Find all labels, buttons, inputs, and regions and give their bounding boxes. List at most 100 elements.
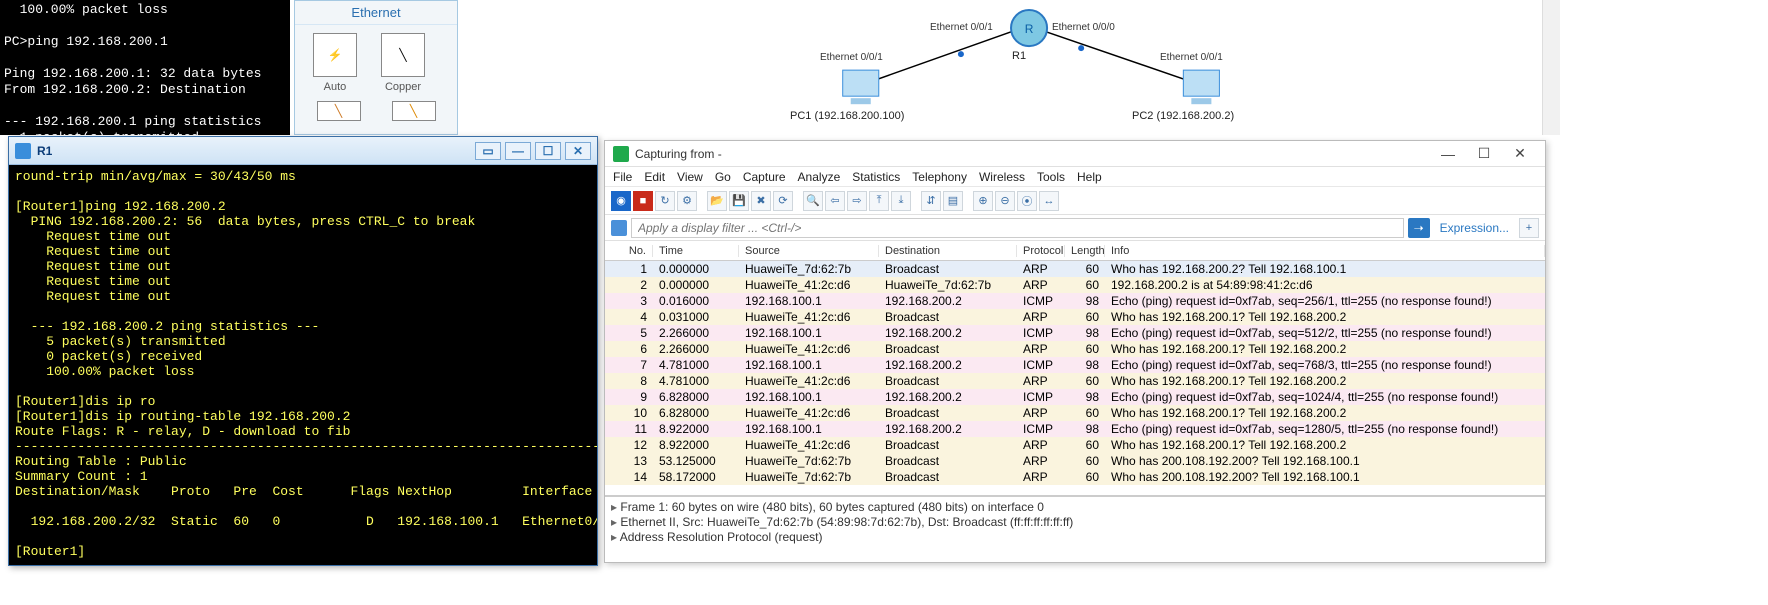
go-forward-icon[interactable]: ⇨ bbox=[847, 191, 867, 211]
zoom-out-icon[interactable]: ⊖ bbox=[995, 191, 1015, 211]
pc2-label: PC2 (192.168.200.2) bbox=[1132, 110, 1234, 122]
menu-help[interactable]: Help bbox=[1077, 170, 1102, 184]
ws-toolbar: ◉ ■ ↻ ⚙ 📂 💾 ✖ ⟳ 🔍 ⇦ ⇨ ⤒ ⤓ ⇵ ▤ ⊕ ⊖ ⦿ ↔ bbox=[605, 187, 1545, 215]
pc1-label: PC1 (192.168.200.100) bbox=[790, 110, 904, 122]
packet-row[interactable]: 20.000000HuaweiTe_41:2c:d6HuaweiTe_7d:62… bbox=[605, 277, 1545, 293]
wireshark-window: Capturing from - — ☐ ✕ File Edit View Go Cap… bbox=[604, 140, 1546, 563]
r1-titlebar[interactable]: R1 ▭ — ☐ ✕ bbox=[9, 137, 597, 165]
menu-edit[interactable]: Edit bbox=[644, 170, 665, 184]
capture-start-icon[interactable]: ◉ bbox=[611, 191, 631, 211]
packet-row[interactable]: 128.922000HuaweiTe_41:2c:d6BroadcastARP6… bbox=[605, 437, 1545, 453]
topology-canvas[interactable]: R R1 PC1 (192.168.200.100) PC2 (192.168.… bbox=[460, 0, 1542, 135]
reload-icon[interactable]: ⟳ bbox=[773, 191, 793, 211]
col-proto[interactable]: Protocol bbox=[1017, 245, 1065, 257]
port-r1-left: Ethernet 0/0/1 bbox=[930, 22, 993, 33]
col-info[interactable]: Info bbox=[1105, 245, 1545, 257]
colorize-icon[interactable]: ▤ bbox=[943, 191, 963, 211]
menu-telephony[interactable]: Telephony bbox=[912, 170, 967, 184]
palette-item-copper[interactable]: ╲ Copper bbox=[373, 33, 433, 93]
packet-row[interactable]: 52.266000192.168.100.1192.168.200.2ICMP9… bbox=[605, 325, 1545, 341]
palette-extra-1[interactable]: ╲ bbox=[317, 101, 361, 121]
ws-minimize-button[interactable]: — bbox=[1431, 144, 1465, 164]
topology-scrollbar[interactable] bbox=[1542, 0, 1560, 135]
col-no[interactable]: No. bbox=[605, 245, 653, 257]
menu-statistics[interactable]: Statistics bbox=[852, 170, 900, 184]
packet-rows[interactable]: 10.000000HuaweiTe_7d:62:7bBroadcastARP60… bbox=[605, 261, 1545, 495]
palette-title: Ethernet bbox=[295, 1, 457, 25]
packet-row[interactable]: 1353.125000HuaweiTe_7d:62:7bBroadcastARP… bbox=[605, 453, 1545, 469]
auto-scroll-icon[interactable]: ⇵ bbox=[921, 191, 941, 211]
port-pc2: Ethernet 0/0/1 bbox=[1160, 52, 1223, 63]
col-length[interactable]: Length bbox=[1065, 245, 1105, 257]
page-gutter bbox=[1560, 0, 1768, 605]
router-label: R1 bbox=[1012, 50, 1026, 62]
packet-row[interactable]: 10.000000HuaweiTe_7d:62:7bBroadcastARP60… bbox=[605, 261, 1545, 277]
copper-icon: ╲ bbox=[381, 33, 425, 77]
file-save-icon[interactable]: 💾 bbox=[729, 191, 749, 211]
maximize-button[interactable]: ☐ bbox=[535, 142, 561, 160]
menu-go[interactable]: Go bbox=[715, 170, 731, 184]
col-time[interactable]: Time bbox=[653, 245, 739, 257]
minimize-button[interactable]: — bbox=[505, 142, 531, 160]
go-jump-icon[interactable]: ⤒ bbox=[869, 191, 889, 211]
pc-terminal[interactable]: 100.00% packet loss PC>ping 192.168.200.… bbox=[0, 0, 290, 135]
menu-view[interactable]: View bbox=[677, 170, 703, 184]
filter-apply-icon[interactable]: ➝ bbox=[1408, 218, 1430, 238]
ws-titlebar[interactable]: Capturing from - — ☐ ✕ bbox=[605, 141, 1545, 167]
packet-row[interactable]: 74.781000192.168.100.1192.168.200.2ICMP9… bbox=[605, 357, 1545, 373]
detail-node[interactable]: Address Resolution Protocol (request) bbox=[611, 530, 1539, 545]
packet-columns[interactable]: No. Time Source Destination Protocol Len… bbox=[605, 241, 1545, 261]
capture-restart-icon[interactable]: ↻ bbox=[655, 191, 675, 211]
filter-bookmark-icon[interactable] bbox=[611, 220, 627, 236]
packet-list: No. Time Source Destination Protocol Len… bbox=[605, 241, 1545, 496]
go-back-icon[interactable]: ⇦ bbox=[825, 191, 845, 211]
packet-row[interactable]: 118.922000192.168.100.1192.168.200.2ICMP… bbox=[605, 421, 1545, 437]
file-close-icon[interactable]: ✖ bbox=[751, 191, 771, 211]
ws-maximize-button[interactable]: ☐ bbox=[1467, 144, 1501, 164]
svg-text:R: R bbox=[1025, 22, 1034, 36]
ws-close-button[interactable]: ✕ bbox=[1503, 144, 1537, 164]
palette-extra-2[interactable]: ╲ bbox=[392, 101, 436, 121]
packet-row[interactable]: 62.266000HuaweiTe_41:2c:d6BroadcastARP60… bbox=[605, 341, 1545, 357]
menu-file[interactable]: File bbox=[613, 170, 632, 184]
filter-add-icon[interactable]: + bbox=[1519, 218, 1539, 238]
auto-icon: ⚡ bbox=[313, 33, 357, 77]
col-source[interactable]: Source bbox=[739, 245, 879, 257]
menu-analyze[interactable]: Analyze bbox=[798, 170, 841, 184]
capture-options-icon[interactable]: ⚙ bbox=[677, 191, 697, 211]
packet-row[interactable]: 30.016000192.168.100.1192.168.200.2ICMP9… bbox=[605, 293, 1545, 309]
go-first-icon[interactable]: ⤓ bbox=[891, 191, 911, 211]
wireshark-icon bbox=[613, 146, 629, 162]
file-open-icon[interactable]: 📂 bbox=[707, 191, 727, 211]
r1-menu-button[interactable]: ▭ bbox=[475, 142, 501, 160]
r1-window-icon bbox=[15, 143, 31, 159]
packet-row[interactable]: 1458.172000HuaweiTe_7d:62:7bBroadcastARP… bbox=[605, 469, 1545, 485]
menu-capture[interactable]: Capture bbox=[743, 170, 786, 184]
close-button[interactable]: ✕ bbox=[565, 142, 591, 160]
packet-row[interactable]: 84.781000HuaweiTe_41:2c:d6BroadcastARP60… bbox=[605, 373, 1545, 389]
packet-row[interactable]: 96.828000192.168.100.1192.168.200.2ICMP9… bbox=[605, 389, 1545, 405]
capture-stop-icon[interactable]: ■ bbox=[633, 191, 653, 211]
palette-item-auto[interactable]: ⚡ Auto bbox=[305, 33, 365, 93]
packet-row[interactable]: 40.031000HuaweiTe_41:2c:d6BroadcastARP60… bbox=[605, 309, 1545, 325]
zoom-reset-icon[interactable]: ⦿ bbox=[1017, 191, 1037, 211]
packet-row[interactable]: 106.828000HuaweiTe_41:2c:d6BroadcastARP6… bbox=[605, 405, 1545, 421]
zoom-in-icon[interactable]: ⊕ bbox=[973, 191, 993, 211]
detail-node[interactable]: Frame 1: 60 bytes on wire (480 bits), 60… bbox=[611, 500, 1539, 515]
ws-menubar: File Edit View Go Capture Analyze Statistics Te… bbox=[605, 167, 1545, 187]
menu-tools[interactable]: Tools bbox=[1037, 170, 1065, 184]
menu-wireless[interactable]: Wireless bbox=[979, 170, 1025, 184]
ws-title: Capturing from - bbox=[635, 147, 722, 161]
display-filter-input[interactable] bbox=[631, 218, 1404, 238]
ws-filterbar: ➝ Expression... + bbox=[605, 215, 1545, 241]
filter-expression-button[interactable]: Expression... bbox=[1434, 221, 1515, 235]
find-icon[interactable]: 🔍 bbox=[803, 191, 823, 211]
r1-terminal-body[interactable]: round-trip min/avg/max = 30/43/50 ms [Ro… bbox=[9, 165, 597, 565]
packet-details[interactable]: Frame 1: 60 bytes on wire (480 bits), 60… bbox=[605, 496, 1545, 562]
resize-columns-icon[interactable]: ↔ bbox=[1039, 191, 1059, 211]
col-dest[interactable]: Destination bbox=[879, 245, 1017, 257]
r1-terminal-window: R1 ▭ — ☐ ✕ round-trip min/avg/max = 30/4… bbox=[8, 136, 598, 566]
port-pc1: Ethernet 0/0/1 bbox=[820, 52, 883, 63]
ensp-palette: Ethernet ⚡ Auto ╲ Copper ╲ ╲ bbox=[294, 0, 458, 135]
detail-node[interactable]: Ethernet II, Src: HuaweiTe_7d:62:7b (54:… bbox=[611, 515, 1539, 530]
